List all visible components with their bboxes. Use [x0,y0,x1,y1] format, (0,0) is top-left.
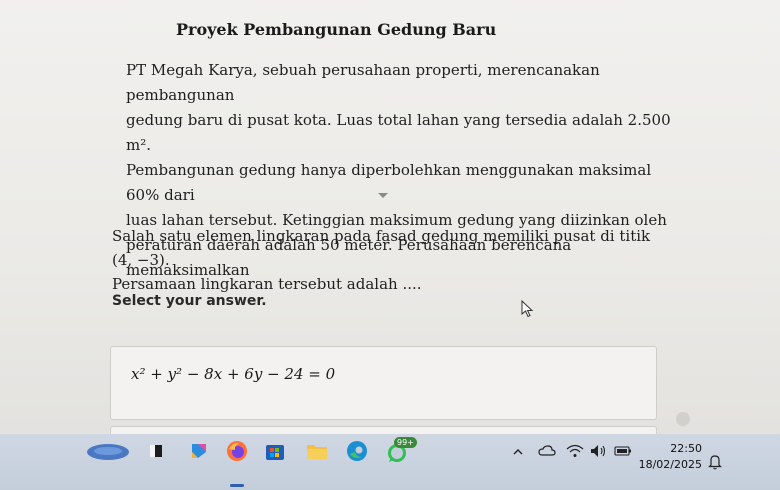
answer-option-a[interactable]: x² + y² − 8x + 6y − 24 = 0 [110,346,657,420]
scroll-indicator[interactable] [676,412,690,426]
edge-icon[interactable] [346,440,368,462]
paragraph-line: gedung baru di pusat kota. Luas total la… [126,111,671,154]
expand-arrow-icon[interactable] [378,193,388,198]
store-icon[interactable] [264,440,286,462]
mouse-cursor-icon [521,300,534,318]
files-icon[interactable] [148,443,164,459]
question-line: Salah satu elemen lingkaran pada fasad g… [112,227,651,269]
battery-icon[interactable] [614,446,632,456]
speaker-icon[interactable] [590,444,608,458]
cloud-icon[interactable] [538,445,556,457]
select-answer-prompt: Select your answer. [112,293,267,309]
bell-icon[interactable] [708,454,722,470]
paragraph-line: PT Megah Karya, sebuah perusahaan proper… [126,61,600,104]
widgets-icon[interactable] [86,442,130,462]
page-title: Proyek Pembangunan Gedung Baru [176,20,497,39]
paragraph-line: Pembangunan gedung hanya diperbolehkan m… [126,161,652,204]
taskbar-clock[interactable]: 22:50 18/02/2025 [639,441,702,473]
firefox-icon[interactable] [226,440,248,462]
folder-icon[interactable] [306,441,328,461]
clock-date: 18/02/2025 [638,458,702,471]
exam-page: Proyek Pembangunan Gedung Baru PT Megah … [0,0,780,437]
question-text: Salah satu elemen lingkaran pada fasad g… [112,224,672,296]
answer-option-label: x² + y² − 8x + 6y − 24 = 0 [131,365,336,383]
active-app-indicator [230,484,244,487]
wifi-icon[interactable] [566,444,584,458]
clock-time: 22:50 [670,442,702,455]
chevron-up-icon[interactable] [512,448,524,456]
copilot-icon[interactable] [188,440,210,462]
notification-badge: 99+ [394,437,417,448]
